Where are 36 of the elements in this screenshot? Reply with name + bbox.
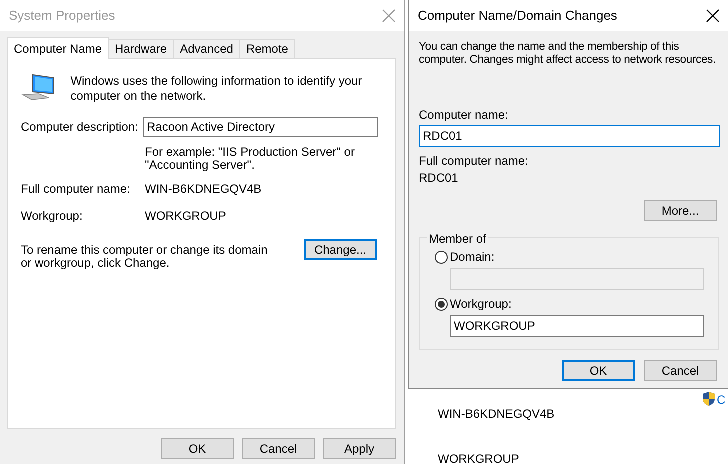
description-text: Windows uses the following information to identify your computer on the network. [70, 73, 364, 104]
window-title: Computer Name/Domain Changes [418, 6, 618, 25]
field-label: Full computer name: [21, 181, 132, 198]
description-text: You can change the name and the membership of this computer. Changes might affect access to network resources. [419, 41, 717, 67]
text: WIN-B6KDNEGQV4B [438, 406, 555, 423]
field-value: WORKGROUP [145, 208, 226, 225]
text-field[interactable]: RDC01 [419, 125, 720, 147]
text-field[interactable]: Racoon Active Directory [143, 117, 378, 137]
field-value: RDC01 [419, 172, 460, 185]
window-title: System Properties [9, 6, 116, 25]
computer-icon [21, 73, 57, 103]
field-label: Workgroup: [21, 208, 84, 225]
tab[interactable]: Remote [239, 39, 296, 58]
button[interactable]: More... [644, 200, 717, 221]
button[interactable]: OK [161, 438, 234, 459]
button[interactable]: Apply [323, 438, 396, 459]
link[interactable]: C [717, 391, 726, 409]
button[interactable]: Cancel [644, 360, 717, 381]
field-label: Computer name: [419, 109, 510, 122]
field-label: Computer description: [21, 119, 140, 136]
radio-label: Domain: [450, 249, 495, 266]
text: WORKGROUP [438, 451, 520, 464]
shield-icon [702, 391, 716, 407]
button[interactable]: OK [562, 360, 635, 381]
text-field[interactable]: WORKGROUP [450, 315, 704, 337]
radio-button[interactable] [435, 298, 448, 310]
field-label: Full computer name: [419, 155, 530, 168]
radio-label: Workgroup: [450, 296, 512, 313]
hint-text: For example: "IIS Production Server" or "Accounting Server". [145, 146, 356, 172]
close-icon[interactable] [706, 8, 720, 22]
field-value: WIN-B6KDNEGQV4B [145, 181, 262, 198]
button[interactable]: Change... [304, 239, 377, 260]
button[interactable]: Cancel [242, 438, 315, 459]
tab[interactable]: Computer Name [7, 37, 110, 59]
radio-button[interactable] [435, 250, 448, 264]
instruction-text: To rename this computer or change its domain or workgroup, click Change. [21, 242, 269, 270]
